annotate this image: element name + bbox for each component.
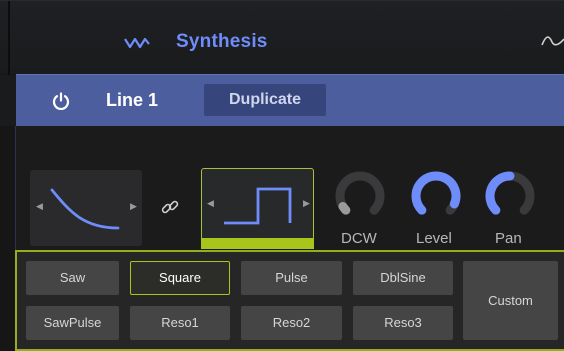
knob-dcw[interactable] — [330, 166, 390, 226]
line-bar: Line 1 Duplicate — [0, 74, 564, 127]
duplicate-button[interactable]: Duplicate — [204, 84, 326, 116]
line-bar-edge — [0, 75, 16, 127]
knob-value-arc — [338, 201, 351, 215]
waveform-button-custom[interactable]: Custom — [463, 261, 558, 340]
header-edge — [8, 1, 10, 75]
arrow-right-icon[interactable]: ▶ — [130, 201, 137, 212]
knob-label-level: Level — [416, 230, 452, 247]
link-icon[interactable] — [160, 198, 180, 218]
knob-value-arc — [485, 171, 515, 215]
shape-selector-2[interactable]: ◀ ▶ — [201, 168, 314, 240]
waveform-button-pulse[interactable]: Pulse — [241, 261, 342, 295]
knob-label-pan: Pan — [495, 230, 522, 247]
shape-selected-indicator — [201, 238, 314, 249]
knob-value-arc — [411, 171, 461, 215]
arrow-right-icon[interactable]: ▶ — [303, 198, 310, 209]
power-icon[interactable] — [52, 92, 70, 110]
synthesis-title: Synthesis — [176, 31, 268, 52]
synthesis-icon — [124, 37, 150, 49]
line-title: Line 1 — [106, 90, 159, 110]
waveform-button-saw[interactable]: Saw — [26, 261, 119, 295]
decay-shape-icon — [50, 188, 120, 230]
knob-label-dcw: DCW — [341, 230, 377, 247]
knob-pan[interactable] — [480, 166, 540, 226]
shape-selector-1[interactable]: ◀ ▶ — [30, 170, 142, 246]
arrow-left-icon[interactable]: ◀ — [207, 198, 214, 209]
panel-edge — [0, 126, 16, 251]
waveform-button-reso1[interactable]: Reso1 — [130, 306, 230, 340]
synthesis-header: Synthesis — [0, 0, 564, 75]
waveform-button-sawpulse[interactable]: SawPulse — [26, 306, 119, 340]
waveform-button-square[interactable]: Square — [130, 261, 230, 295]
waveform-button-dblsine[interactable]: DblSine — [353, 261, 453, 295]
square-shape-icon — [224, 187, 292, 225]
waveform-button-reso2[interactable]: Reso2 — [241, 306, 342, 340]
waveform-icon[interactable] — [540, 33, 564, 51]
arrow-left-icon[interactable]: ◀ — [36, 201, 43, 212]
knob-level[interactable] — [406, 166, 466, 226]
waveform-button-reso3[interactable]: Reso3 — [353, 306, 453, 340]
